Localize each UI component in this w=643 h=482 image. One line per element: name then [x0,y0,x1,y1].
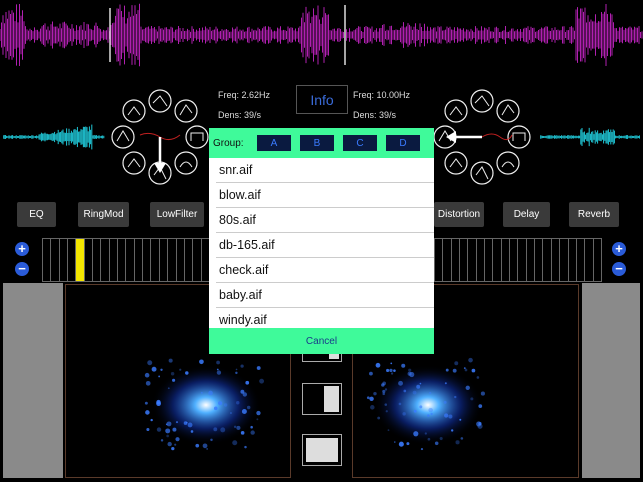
step-cell[interactable] [475,238,485,282]
list-item[interactable]: snr.aif [216,158,434,183]
step-cell[interactable] [442,238,451,282]
mid-control-3[interactable] [302,434,342,466]
left-minus-button[interactable]: − [15,262,29,276]
step-cell[interactable] [108,238,118,282]
list-item[interactable]: blow.aif [216,183,434,208]
group-c-button[interactable]: C [343,135,377,151]
delay-button[interactable]: Delay [503,202,550,227]
sample-file-list[interactable]: snr.aif blow.aif 80s.aif db-165.aif chec… [209,158,434,333]
left-freq-label: Freq: 2.62Hz [218,90,271,100]
right-minus-button[interactable]: − [612,262,626,276]
step-cell[interactable] [525,238,535,282]
step-cell[interactable] [158,238,168,282]
step-cell[interactable] [67,238,76,282]
info-button[interactable]: Info [296,85,348,114]
cancel-button[interactable]: Cancel [209,328,434,354]
sample-picker-dialog: Group: A B C D snr.aif blow.aif 80s.aif … [209,128,434,354]
left-mini-waveform [3,124,105,150]
step-cell[interactable] [100,238,109,282]
right-step-grid[interactable] [434,238,602,282]
right-freq-label: Freq: 10.00Hz [353,90,411,100]
lowfilter-button[interactable]: LowFilter [150,202,204,227]
left-waveform-selector-wheel[interactable] [110,87,210,187]
distortion-button[interactable]: Distortion [434,202,484,227]
step-cell[interactable] [492,238,501,282]
right-side-panel[interactable] [582,283,640,478]
step-cell[interactable] [434,238,443,282]
step-cell[interactable] [567,238,576,282]
step-cell[interactable] [58,238,68,282]
step-cell[interactable] [517,238,526,282]
left-side-panel[interactable] [3,283,63,478]
step-cell[interactable] [500,238,510,282]
step-cell[interactable] [575,238,585,282]
group-label: Group: [213,137,244,149]
group-d-button[interactable]: D [386,135,420,151]
left-dens-label: Dens: 39/s [218,110,262,120]
step-cell[interactable] [175,238,184,282]
right-plus-button[interactable]: + [612,242,626,256]
step-cell[interactable] [559,238,568,282]
step-cell[interactable] [83,238,93,282]
step-cell[interactable] [142,238,151,282]
mid-control-2[interactable] [302,383,342,415]
step-cell[interactable] [584,238,593,282]
group-a-button[interactable]: A [257,135,291,151]
step-cell[interactable] [150,238,159,282]
reverb-button[interactable]: Reverb [569,202,619,227]
left-plus-button[interactable]: + [15,242,29,256]
list-item[interactable]: baby.aif [216,283,434,308]
list-item[interactable]: db-165.aif [216,233,434,258]
step-cell[interactable] [50,238,59,282]
list-item[interactable]: 80s.aif [216,208,434,233]
step-cell[interactable] [133,238,143,282]
step-cell[interactable] [125,238,134,282]
step-cell[interactable] [459,238,468,282]
step-cell[interactable] [117,238,126,282]
group-b-button[interactable]: B [300,135,334,151]
step-cell[interactable] [183,238,193,282]
group-selector-bar: Group: A B C D [209,128,434,158]
step-cell[interactable] [534,238,543,282]
right-dens-label: Dens: 39/s [353,110,397,120]
step-cell[interactable] [592,238,602,282]
right-mini-waveform [540,127,640,147]
step-cell[interactable] [550,238,560,282]
step-cell[interactable] [484,238,493,282]
right-waveform-selector-wheel[interactable] [432,87,532,187]
list-item[interactable]: check.aif [216,258,434,283]
step-cell[interactable] [542,238,551,282]
step-cell[interactable] [75,238,84,282]
step-cell[interactable] [192,238,201,282]
step-cell[interactable] [167,238,176,282]
ringmod-button[interactable]: RingMod [78,202,129,227]
main-waveform[interactable] [0,0,643,70]
step-cell[interactable] [467,238,476,282]
step-cell[interactable] [450,238,460,282]
eq-button[interactable]: EQ [17,202,56,227]
step-cell[interactable] [92,238,101,282]
left-step-grid[interactable] [42,238,210,282]
step-cell[interactable] [42,238,51,282]
step-cell[interactable] [509,238,518,282]
